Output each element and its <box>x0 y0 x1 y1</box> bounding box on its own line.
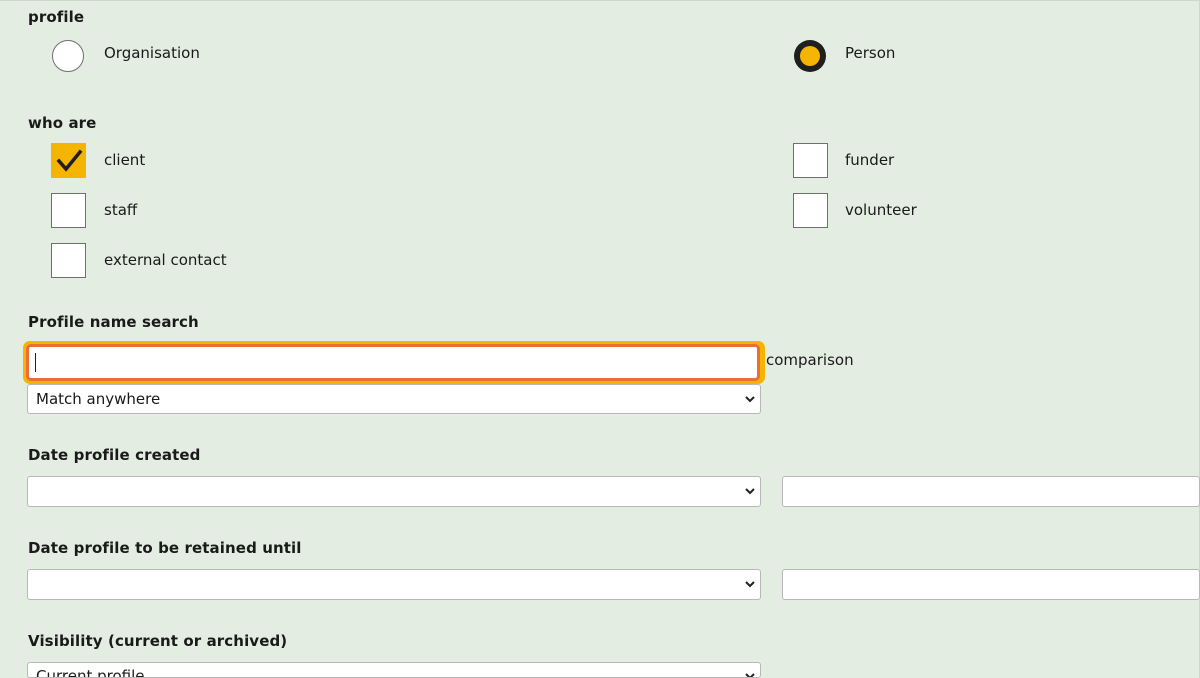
visibility-select-value: Current profile <box>36 667 145 678</box>
profile-name-search-input[interactable] <box>26 344 760 381</box>
comparison-label: comparison <box>766 351 854 369</box>
visibility-heading: Visibility (current or archived) <box>28 632 288 650</box>
profile-name-search-heading: Profile name search <box>28 313 199 331</box>
text-caret <box>35 353 36 372</box>
date-retained-operator-select[interactable] <box>27 569 761 600</box>
date-created-input[interactable] <box>782 476 1200 507</box>
checkmark-icon <box>56 149 83 172</box>
organisation-label: Organisation <box>104 44 200 62</box>
profile-heading: profile <box>28 8 85 26</box>
client-label: client <box>104 151 146 169</box>
staff-label: staff <box>104 201 138 219</box>
top-border <box>0 0 1200 1</box>
comparison-select-value: Match anywhere <box>36 390 161 408</box>
funder-checkbox[interactable] <box>793 143 828 178</box>
chevron-down-icon <box>745 673 755 677</box>
date-retained-heading: Date profile to be retained until <box>28 539 302 557</box>
chevron-down-icon <box>745 396 755 403</box>
staff-checkbox[interactable] <box>51 193 86 228</box>
comparison-select[interactable]: Match anywhere <box>27 384 761 414</box>
client-checkbox[interactable] <box>51 143 86 178</box>
chevron-down-icon <box>745 488 755 495</box>
funder-label: funder <box>845 151 895 169</box>
external-contact-label: external contact <box>104 251 227 269</box>
date-created-operator-select[interactable] <box>27 476 761 507</box>
date-retained-input[interactable] <box>782 569 1200 600</box>
radio-selected-dot <box>800 46 820 66</box>
person-radio[interactable] <box>794 40 826 72</box>
external-contact-checkbox[interactable] <box>51 243 86 278</box>
visibility-select[interactable]: Current profile <box>27 662 761 678</box>
volunteer-checkbox[interactable] <box>793 193 828 228</box>
organisation-radio[interactable] <box>52 40 84 72</box>
volunteer-label: volunteer <box>845 201 917 219</box>
who-are-heading: who are <box>28 114 97 132</box>
chevron-down-icon <box>745 581 755 588</box>
date-created-heading: Date profile created <box>28 446 201 464</box>
person-label: Person <box>845 44 896 62</box>
